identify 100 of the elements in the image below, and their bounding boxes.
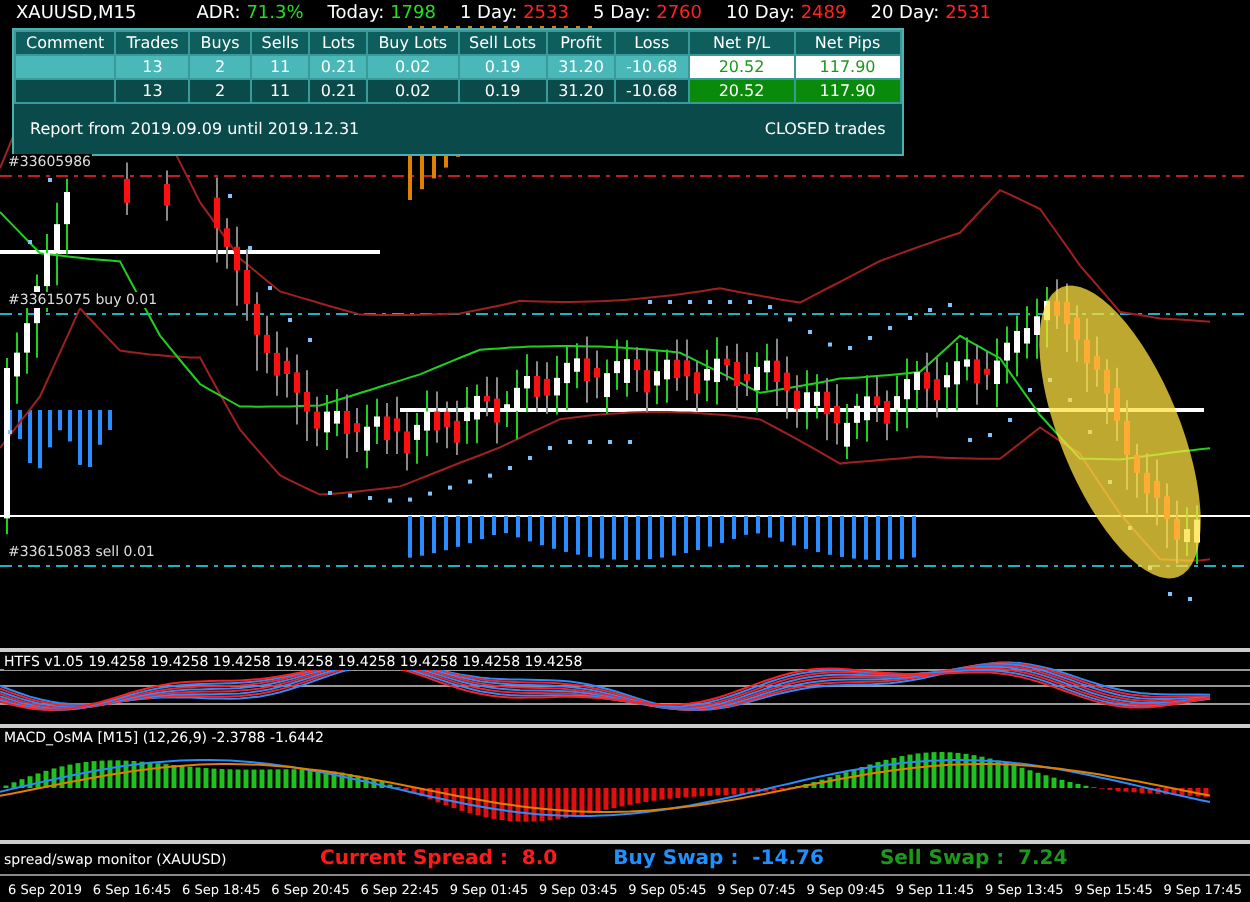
candlestick (1024, 305, 1030, 360)
candlestick (874, 375, 880, 423)
candlestick (884, 389, 890, 442)
candlestick (984, 350, 990, 391)
candlestick (274, 330, 280, 397)
candlestick (534, 360, 540, 413)
candlestick (954, 342, 960, 412)
candlestick (494, 376, 500, 445)
candlestick (414, 411, 420, 465)
candlestick (1034, 297, 1040, 360)
candlestick (434, 390, 440, 444)
table-cell: 20.52 (688, 55, 795, 79)
candlestick (394, 395, 400, 455)
column-header: Sells (250, 31, 310, 55)
candlestick (64, 177, 70, 256)
table-cell: 20.52 (688, 79, 795, 103)
monitor-stat: Current Spread : 8.0 (320, 848, 558, 870)
table-cell: 117.90 (794, 79, 901, 103)
candlestick (264, 314, 270, 375)
candlestick (654, 350, 660, 406)
candlestick (224, 217, 230, 270)
candlestick (944, 361, 950, 410)
candlestick (854, 392, 860, 441)
candlestick (834, 383, 840, 446)
candlestick (814, 373, 820, 420)
candlestick (574, 342, 580, 390)
adr-stat: ADR: 71.3% (196, 3, 304, 23)
candlestick (374, 397, 380, 446)
candlestick (444, 400, 450, 450)
candlestick (634, 346, 640, 393)
candlestick (484, 375, 490, 418)
table-cell: 0.02 (367, 79, 459, 103)
candlestick (214, 176, 220, 264)
monitor-stat: Buy Swap : -14.76 (613, 848, 824, 870)
column-header: Sell Lots (458, 31, 548, 55)
candlestick (644, 348, 650, 414)
candlestick (664, 348, 670, 404)
candlestick (894, 374, 900, 433)
candlestick (54, 201, 60, 287)
candlestick (714, 336, 720, 406)
candlestick (794, 374, 800, 429)
candlestick (1004, 325, 1010, 385)
adr-stat: Today: 1798 (327, 3, 436, 23)
candlestick (354, 407, 360, 453)
candlestick (824, 377, 830, 442)
column-header: Lots (309, 31, 368, 55)
candlestick (284, 346, 290, 399)
candlestick (404, 411, 410, 472)
report-range: Report from 2019.09.09 until 2019.12.31 (30, 120, 360, 138)
candlestick (864, 374, 870, 443)
candlestick (364, 403, 370, 470)
column-header: Net P/L (688, 31, 795, 55)
adr-stat: 10 Day: 2489 (726, 3, 847, 23)
candlestick (914, 359, 920, 410)
candlestick (694, 359, 700, 413)
candlestick (594, 349, 600, 400)
candlestick (14, 331, 20, 405)
candlestick (164, 169, 170, 222)
candlestick (554, 354, 560, 416)
candlestick (464, 385, 470, 445)
candlestick (844, 403, 850, 460)
candlestick (254, 291, 260, 372)
candlestick (604, 358, 610, 415)
candlestick (424, 389, 430, 457)
candlestick (124, 161, 130, 217)
candlestick (784, 355, 790, 420)
candlestick (514, 368, 520, 441)
table-cell: 0.19 (458, 55, 548, 79)
candlestick (734, 342, 740, 412)
column-header: Net Pips (794, 31, 901, 55)
adr-stat: 5 Day: 2760 (592, 3, 702, 23)
column-header: Comment (15, 31, 116, 55)
candlestick (304, 369, 310, 443)
candlestick (334, 387, 340, 438)
candlestick (294, 353, 300, 426)
candlestick (964, 336, 970, 382)
table-cell: 0.19 (458, 79, 548, 103)
adr-stat: 20 Day: 2531 (870, 3, 991, 23)
candlestick (754, 351, 760, 414)
candlestick (774, 337, 780, 407)
candlestick (524, 353, 530, 414)
candlestick (934, 356, 940, 419)
candlestick (624, 339, 630, 398)
candlestick (584, 335, 590, 404)
candlestick (684, 338, 690, 402)
candlestick (234, 225, 240, 307)
candlestick (674, 338, 680, 392)
candlestick (544, 361, 550, 415)
candlestick (504, 390, 510, 428)
candlestick (564, 345, 570, 412)
column-header: Loss (614, 31, 689, 55)
candlestick (1014, 314, 1020, 378)
candlestick (974, 343, 980, 406)
column-header: Buy Lots (367, 31, 459, 55)
chart-title: XAUUSD,M15 (16, 3, 137, 23)
histogram-bars-drawing (8, 410, 112, 469)
candlestick (454, 399, 460, 456)
report-type: CLOSED trades (764, 120, 886, 138)
candlestick (384, 401, 390, 455)
candlestick (314, 395, 320, 448)
